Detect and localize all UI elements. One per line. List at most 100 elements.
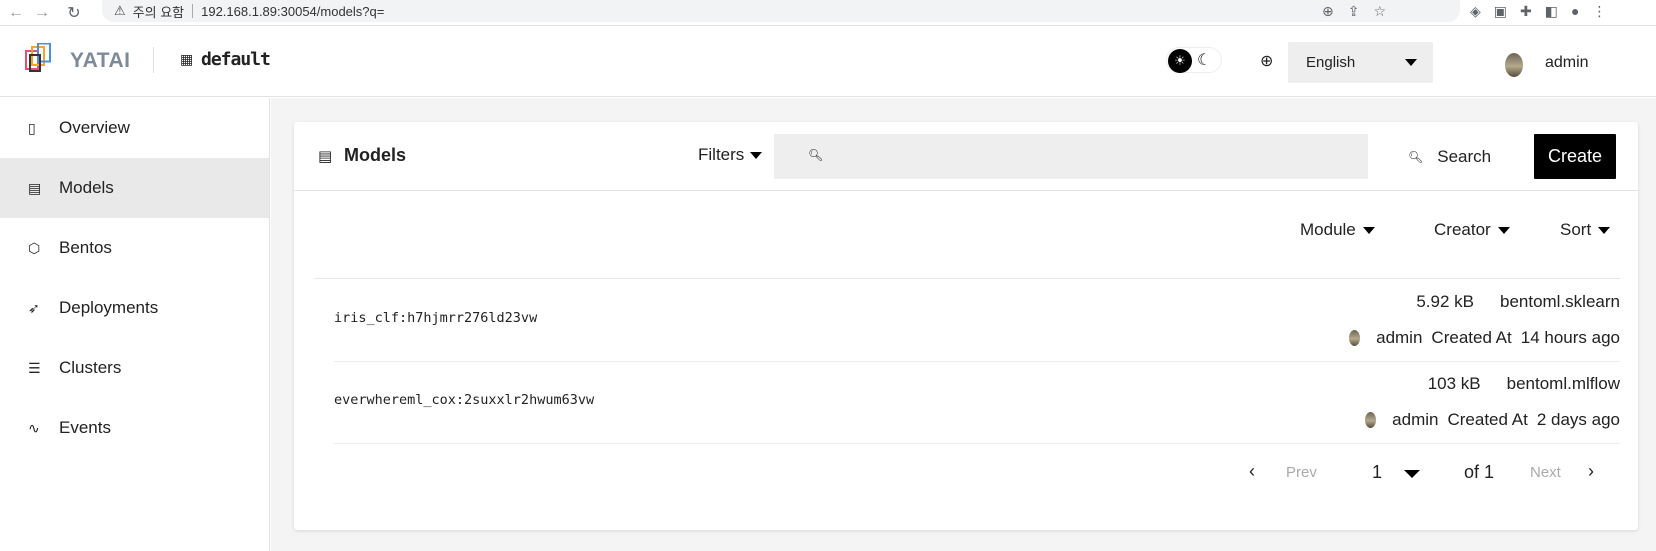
created-at-value: 14 hours ago — [1520, 328, 1620, 347]
sidebar-item-events[interactable]: ∿ Events — [0, 398, 269, 458]
extension-icons: ◈ ▣ ✚ ◧ ● ⋮ — [1470, 0, 1606, 22]
shield-extension-icon[interactable]: ◈ — [1470, 3, 1481, 20]
sidebar-item-label: Overview — [59, 118, 130, 137]
user-name[interactable]: admin — [1545, 54, 1589, 72]
avatar — [1349, 330, 1361, 346]
page-number-select[interactable]: 1 — [1372, 462, 1382, 483]
model-icon: ▤ — [28, 179, 42, 196]
chevron-right-icon[interactable]: › — [1588, 461, 1594, 482]
box-icon: ⬡ — [28, 239, 41, 256]
screen-extension-icon[interactable]: ▣ — [1494, 3, 1507, 20]
search-input[interactable] — [830, 134, 1360, 179]
model-size: 103 kB — [1427, 374, 1481, 393]
model-creation-info: admin Created At 2 days ago — [1365, 410, 1620, 430]
sidebar-item-label: Bentos — [59, 238, 112, 257]
organization-name[interactable]: default — [201, 49, 271, 70]
model-name-link[interactable]: everwhereml_cox:2suxxlr2hwum63vw — [334, 392, 594, 408]
model-size: 5.92 kB — [1416, 292, 1474, 311]
page-title: Models — [344, 145, 407, 165]
model-creator[interactable]: admin — [1376, 328, 1422, 348]
logo-text[interactable]: YATAI — [70, 49, 130, 73]
reload-icon[interactable]: ↻ — [63, 2, 85, 24]
created-at-value: 2 days ago — [1536, 410, 1620, 429]
models-card-header: ▤ Models Filters 🔍︎ 🔍︎ Search Create — [294, 122, 1638, 191]
model-module: bentoml.mlflow — [1506, 374, 1620, 393]
warning-icon[interactable]: ⚠ — [114, 3, 126, 19]
model-meta: 5.92 kB bentoml.sklearn — [1416, 292, 1620, 312]
models-card: ▤ Models Filters 🔍︎ 🔍︎ Search Create Mod… — [294, 122, 1638, 530]
search-button-label: Search — [1437, 146, 1492, 166]
url-text[interactable]: 192.168.1.89:30054/models?q= — [201, 4, 384, 19]
profile-icon[interactable]: ● — [1571, 3, 1579, 19]
creator-filter-dropdown[interactable]: Creator — [1434, 220, 1510, 240]
back-icon[interactable]: ← — [5, 2, 27, 24]
sidebar-item-clusters[interactable]: ☰ Clusters — [0, 338, 269, 398]
list-item[interactable]: iris_clf:h7hjmrr276ld23vw 5.92 kB bentom… — [334, 280, 1620, 362]
sidebar-item-label: Clusters — [59, 358, 122, 377]
activity-icon: ∿ — [28, 419, 40, 436]
address-bar[interactable]: ⚠ 주의 요함 192.168.1.89:30054/models?q= ⊕ ⇪… — [102, 0, 1460, 22]
caret-down-icon[interactable] — [1404, 470, 1420, 478]
module-filter-dropdown[interactable]: Module — [1300, 220, 1375, 240]
moon-icon[interactable]: ☾ — [1197, 50, 1211, 70]
sidebar: ▯ Overview ▤ Models ⬡ Bentos ➶ Deploymen… — [0, 98, 270, 551]
model-creator[interactable]: admin — [1392, 410, 1438, 430]
chevron-left-icon[interactable]: ‹ — [1249, 461, 1255, 482]
share-icon[interactable]: ⇪ — [1348, 3, 1360, 20]
avatar — [1365, 412, 1377, 428]
sidebar-item-overview[interactable]: ▯ Overview — [0, 98, 269, 158]
model-name-link[interactable]: iris_clf:h7hjmrr276ld23vw — [334, 310, 537, 326]
browser-menu-icon[interactable]: ⋮ — [1592, 3, 1606, 20]
clipboard-icon: ▯ — [28, 119, 36, 136]
chevron-down-icon — [1405, 59, 1417, 66]
sort-controls: Module Creator Sort — [314, 192, 1620, 279]
search-box[interactable]: 🔍︎ — [774, 134, 1368, 179]
sort-dropdown[interactable]: Sort — [1560, 220, 1611, 240]
sidebar-item-label: Deployments — [59, 298, 159, 317]
organization-icon: ▦ — [180, 51, 194, 67]
url-separator — [192, 4, 194, 18]
creator-filter-label: Creator — [1434, 220, 1491, 239]
yatai-logo-icon[interactable] — [24, 43, 54, 75]
created-at-label: Created At — [1431, 328, 1512, 347]
server-icon: ☰ — [28, 359, 41, 376]
sidebar-item-label: Models — [59, 178, 114, 197]
zoom-icon[interactable]: ⊕ — [1322, 3, 1334, 20]
caret-down-icon — [1362, 226, 1375, 234]
created-at-label: Created At — [1447, 410, 1528, 429]
search-button[interactable]: 🔍︎ Search — [1388, 134, 1496, 179]
search-icon: 🔍︎ — [1408, 149, 1424, 164]
sidebar-item-bentos[interactable]: ⬡ Bentos — [0, 218, 269, 278]
header-divider — [153, 47, 154, 73]
security-warning-text[interactable]: 주의 요함 — [133, 2, 184, 21]
filters-label: Filters — [698, 145, 745, 164]
side-panel-icon[interactable]: ◧ — [1545, 3, 1558, 20]
theme-toggle[interactable]: ☀ ☾ — [1166, 47, 1222, 73]
create-button[interactable]: Create — [1534, 134, 1616, 179]
language-select[interactable]: English — [1288, 42, 1433, 83]
rocket-icon: ➶ — [28, 299, 40, 316]
app-header: YATAI ▦ default ☀ ☾ ⊕ English admin — [0, 27, 1656, 97]
model-meta: 103 kB bentoml.mlflow — [1428, 374, 1620, 394]
filters-button[interactable]: Filters — [698, 145, 763, 165]
bookmark-star-icon[interactable]: ☆ — [1373, 3, 1386, 20]
puzzle-extension-icon[interactable]: ✚ — [1520, 3, 1532, 20]
sidebar-item-models[interactable]: ▤ Models — [0, 158, 269, 218]
globe-icon: ⊕ — [1260, 53, 1274, 70]
forward-icon[interactable]: → — [31, 2, 53, 24]
list-item[interactable]: everwhereml_cox:2suxxlr2hwum63vw 103 kB … — [334, 362, 1620, 444]
browser-toolbar: ← → ↻ ⚠ 주의 요함 192.168.1.89:30054/models?… — [0, 0, 1656, 26]
prev-page-button[interactable]: Prev — [1286, 464, 1317, 481]
sort-label: Sort — [1560, 220, 1592, 239]
model-icon: ▤ — [318, 148, 333, 165]
address-bar-actions: ⊕ ⇪ ☆ — [1322, 0, 1460, 22]
avatar[interactable] — [1505, 53, 1523, 77]
sun-icon[interactable]: ☀ — [1168, 49, 1192, 73]
next-page-button[interactable]: Next — [1530, 464, 1561, 481]
caret-down-icon — [750, 151, 763, 159]
sidebar-item-deployments[interactable]: ➶ Deployments — [0, 278, 269, 338]
caret-down-icon — [1497, 226, 1510, 234]
module-filter-label: Module — [1300, 220, 1356, 239]
pagination: ‹ Prev 1 of 1 Next › — [294, 452, 1638, 502]
language-select-value: English — [1306, 54, 1356, 71]
